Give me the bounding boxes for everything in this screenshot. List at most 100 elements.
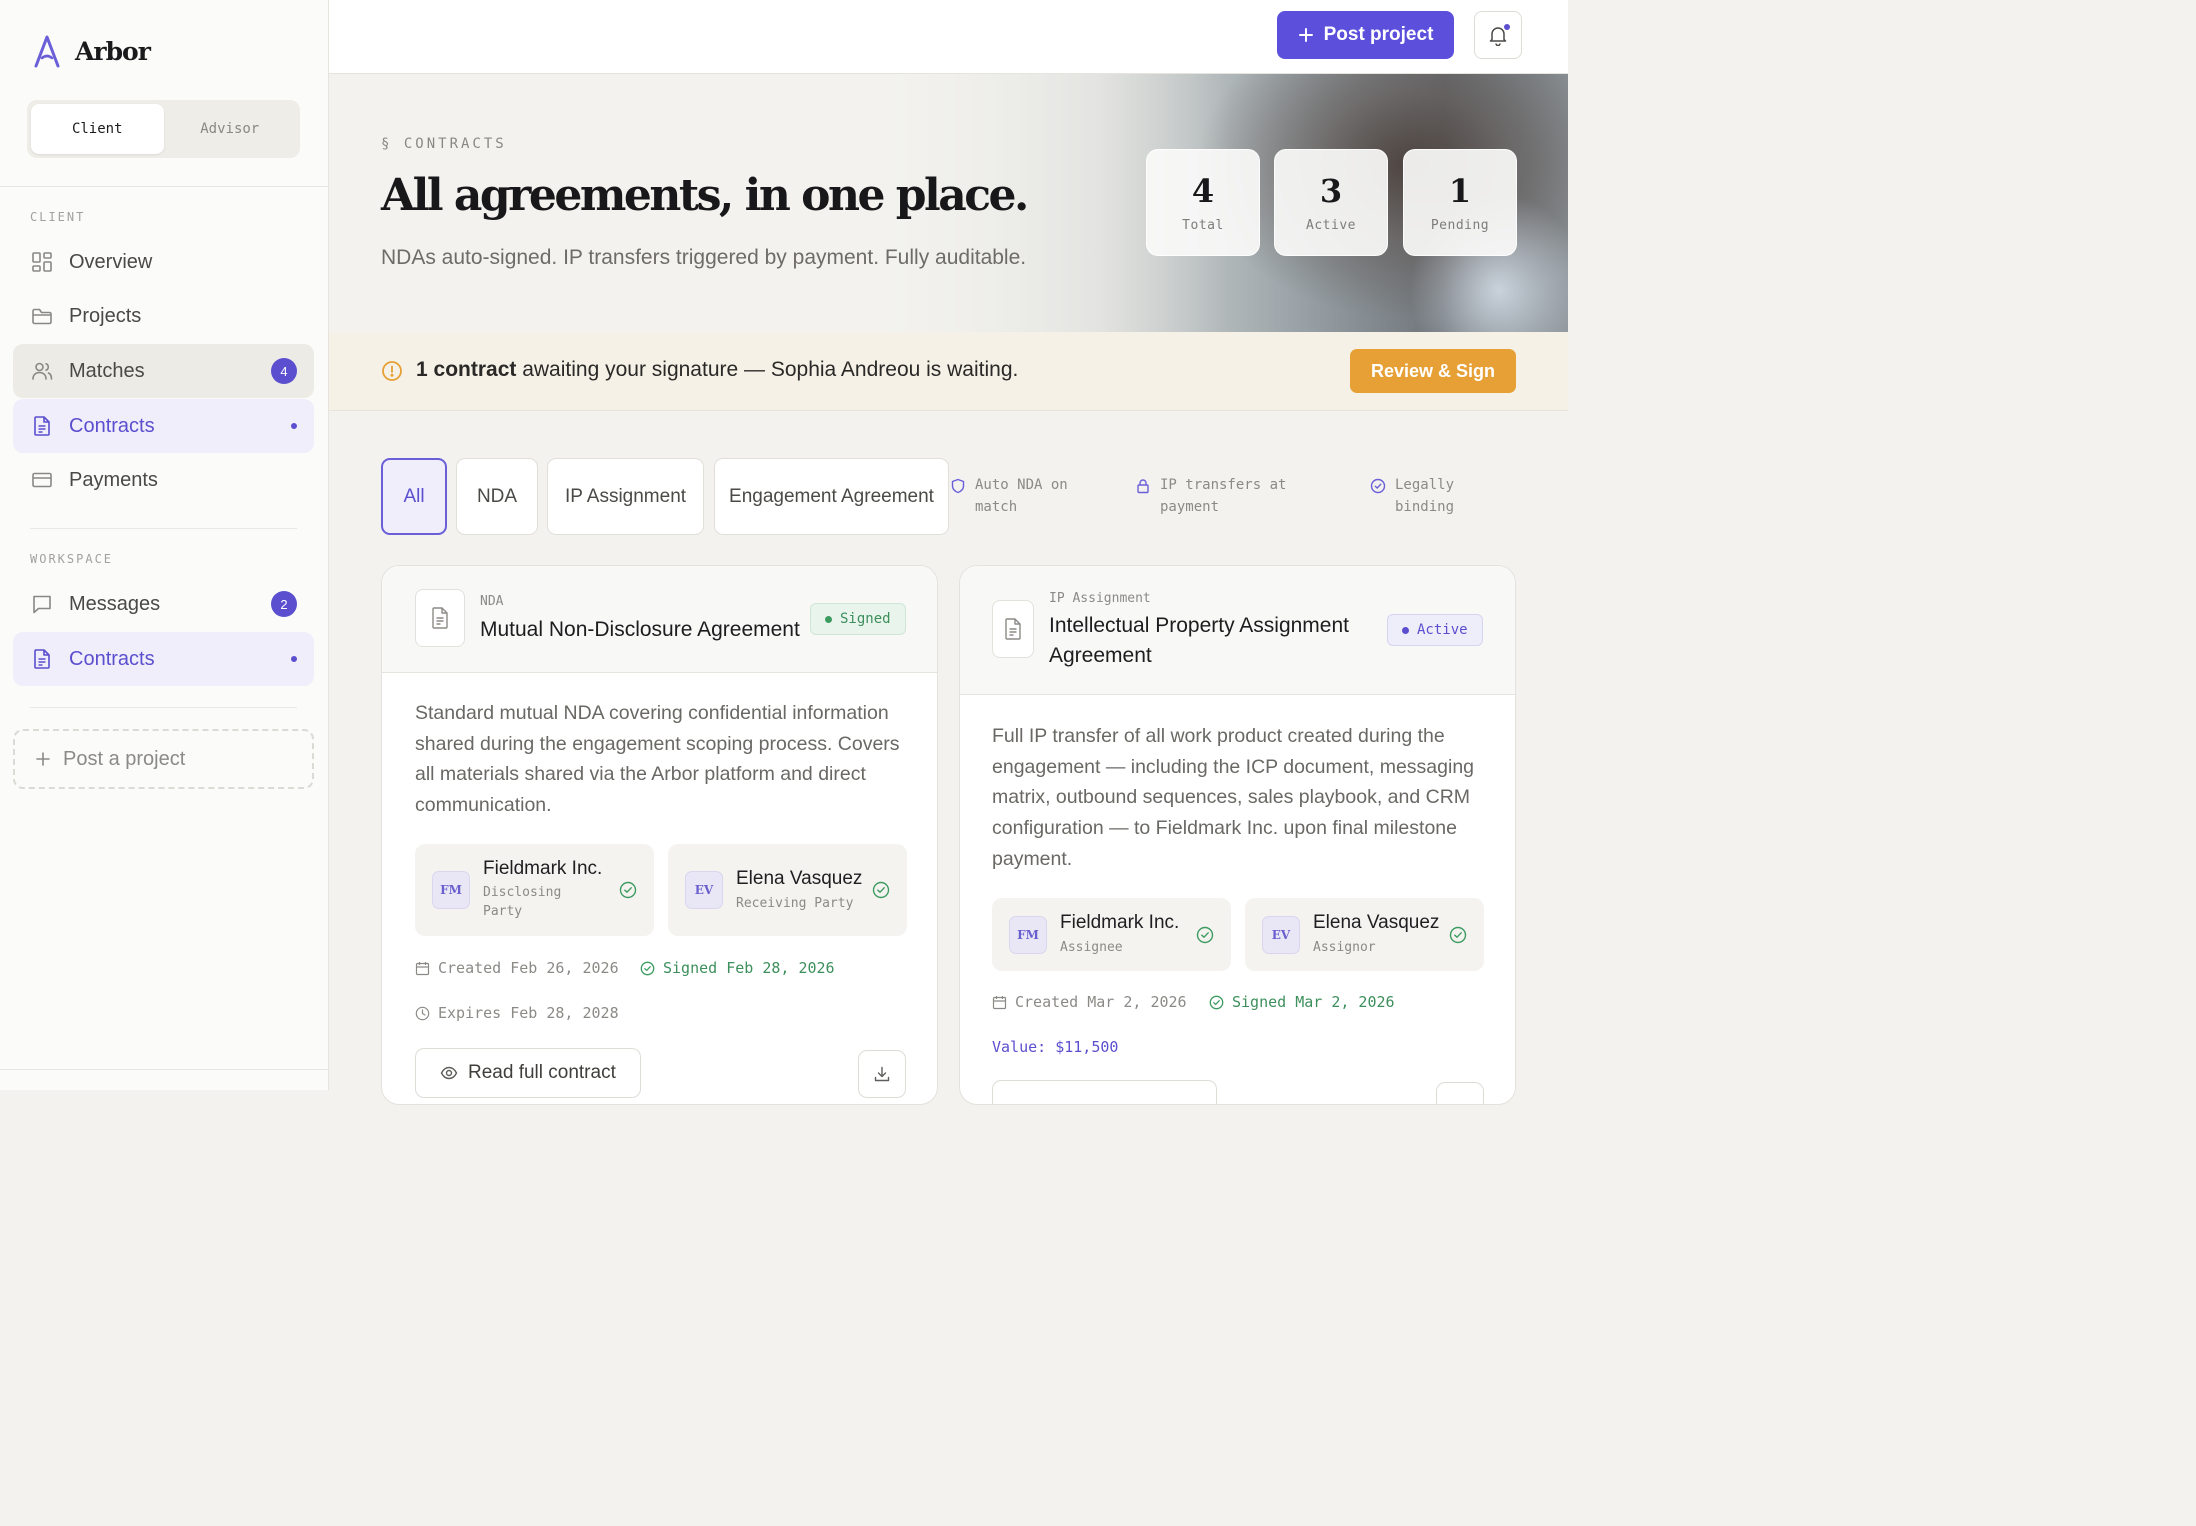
stat-pending: 1 Pending [1403, 149, 1517, 256]
alert-message: 1 contract awaiting your signature — Sop… [416, 358, 1018, 382]
party-card: FM Fieldmark Inc. Assignee [992, 898, 1231, 971]
avatar: EV [685, 871, 723, 909]
sidebar-divider [0, 186, 328, 187]
signed-label: Signed Feb 28, 2026 [663, 959, 835, 977]
post-project-button[interactable]: Post project [1277, 11, 1454, 59]
status-label: Signed [840, 611, 891, 627]
sidebar-item-overview[interactable]: Overview [13, 235, 314, 289]
check-circle-icon [1449, 926, 1467, 943]
party-name: Elena Vasquez [736, 868, 863, 889]
role-switch: Client Advisor [27, 100, 300, 158]
post-project-label: Post project [1323, 24, 1434, 45]
status-dot [825, 615, 832, 623]
sidebar-item-payments[interactable]: Payments [13, 453, 314, 507]
download-button[interactable] [1436, 1082, 1484, 1104]
hero-banner: § CONTRACTS All agreements, in one place… [329, 74, 1568, 332]
sidebar-item-contracts[interactable]: Contracts [13, 399, 314, 453]
lock-icon [1137, 479, 1149, 494]
alert-detail: awaiting your signature — Sophia Andreou… [516, 358, 1019, 381]
sidebar-item-workspace-contracts[interactable]: Contracts [13, 632, 314, 686]
party-card: EV Elena Vasquez Receiving Party [668, 844, 907, 936]
download-button[interactable] [858, 1050, 906, 1098]
active-indicator-dot [291, 423, 297, 429]
app-logo[interactable]: Arbor [33, 34, 151, 68]
contract-description: Standard mutual NDA covering confidentia… [415, 702, 900, 817]
stat-label: Active [1306, 218, 1356, 233]
sidebar-item-label: Messages [69, 592, 161, 615]
feature-ip-transfers: IP transfers at payment [1135, 474, 1325, 518]
avatar: FM [432, 871, 470, 909]
contract-card-nda[interactable]: NDA Mutual Non-Disclosure Agreement Sign… [381, 565, 938, 1105]
read-full-contract-button[interactable] [992, 1080, 1217, 1104]
page-title: All agreements, in one place. [381, 170, 1029, 221]
shield-icon [951, 478, 965, 494]
feature-legally-binding: Legally binding [1370, 474, 1480, 518]
role-client-toggle[interactable]: Client [31, 104, 164, 154]
calendar-icon [992, 995, 1007, 1009]
read-full-contract-button[interactable]: Read full contract [415, 1048, 641, 1098]
plus-icon [1298, 28, 1313, 42]
plus-icon [36, 752, 50, 766]
section-label-client: CLIENT [30, 210, 86, 224]
avatar: FM [1009, 915, 1047, 954]
message-icon [33, 595, 51, 614]
post-a-project-label: Post a project [63, 747, 186, 770]
stat-active: 3 Active [1274, 149, 1388, 256]
stat-total: 4 Total [1146, 149, 1260, 256]
users-icon [32, 362, 53, 380]
signature-alert: 1 contract awaiting your signature — Sop… [329, 332, 1568, 411]
feature-label: IP transfers at payment [1160, 477, 1287, 515]
filter-engagement-agreement[interactable]: Engagement Agreement [714, 458, 949, 535]
expires-date: Expires Feb 28, 2028 [415, 1004, 619, 1022]
download-icon [874, 1066, 890, 1082]
stat-value: 4 [1191, 172, 1215, 210]
check-circle-icon [1209, 995, 1224, 1009]
created-label: Created Feb 26, 2026 [438, 959, 619, 977]
created-date: Created Feb 26, 2026 [415, 959, 619, 977]
party-card: EV Elena Vasquez Assignor [1245, 898, 1484, 971]
signed-date: Signed Mar 2, 2026 [1209, 993, 1395, 1011]
party-role: Disclosing Party [483, 885, 562, 919]
status-dot [1402, 626, 1409, 634]
credit-card-icon [32, 472, 52, 488]
contract-card-ip-assignment[interactable]: IP Assignment Intellectual Property Assi… [959, 565, 1516, 1105]
sidebar-item-messages[interactable]: Messages 2 [13, 577, 314, 631]
contract-description: Full IP transfer of all work product cre… [992, 725, 1475, 870]
messages-count-badge: 2 [271, 591, 297, 617]
card-header: NDA Mutual Non-Disclosure Agreement Sign… [382, 566, 937, 673]
check-circle-icon [619, 881, 637, 899]
eye-icon [440, 1066, 458, 1080]
calendar-icon [415, 961, 430, 975]
filter-ip-assignment[interactable]: IP Assignment [547, 458, 704, 535]
review-and-sign-button[interactable]: Review & Sign [1350, 349, 1516, 393]
filter-nda[interactable]: NDA [456, 458, 538, 535]
sidebar-item-label: Matches [69, 359, 145, 382]
filter-all[interactable]: All [381, 458, 447, 535]
check-circle-icon [640, 961, 655, 975]
sidebar-divider [30, 707, 297, 708]
notification-dot [1504, 24, 1510, 30]
sidebar-item-projects[interactable]: Projects [13, 289, 314, 343]
post-a-project-button[interactable]: Post a project [13, 729, 314, 789]
created-label: Created Mar 2, 2026 [1015, 993, 1187, 1011]
role-advisor-toggle[interactable]: Advisor [164, 104, 297, 154]
sidebar-item-label: Projects [69, 304, 142, 327]
party-name: Fieldmark Inc. [1060, 912, 1180, 933]
feature-label: Auto NDA on match [975, 477, 1068, 515]
clock-icon [415, 1006, 430, 1020]
contract-file-icon [415, 589, 465, 647]
app-name: Arbor [75, 36, 151, 66]
sidebar-divider [0, 1069, 328, 1070]
sidebar-item-label: Overview [69, 250, 153, 273]
notifications-button[interactable] [1474, 11, 1522, 59]
top-bar: Post project [329, 0, 1568, 74]
party-card: FM Fieldmark Inc. Disclosing Party [415, 844, 654, 936]
matches-count-badge: 4 [271, 358, 297, 384]
page-subtitle: NDAs auto-signed. IP transfers triggered… [381, 246, 1027, 269]
expires-label: Expires Feb 28, 2028 [438, 1004, 619, 1022]
status-badge: Signed [810, 603, 906, 635]
stat-label: Total [1182, 218, 1224, 233]
sidebar-item-matches[interactable]: Matches 4 [13, 344, 314, 398]
sidebar-divider [30, 528, 297, 529]
status-badge: Active [1387, 614, 1483, 646]
